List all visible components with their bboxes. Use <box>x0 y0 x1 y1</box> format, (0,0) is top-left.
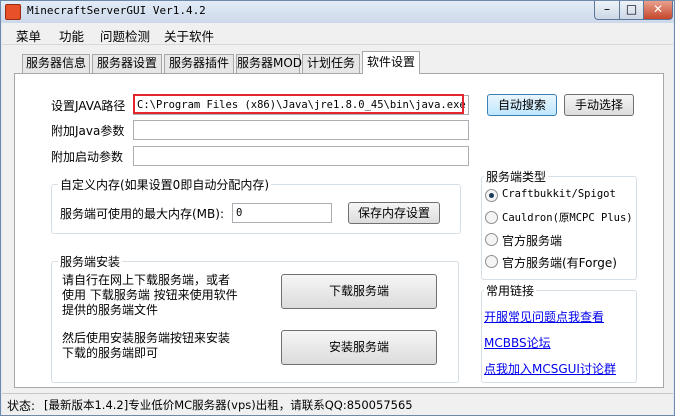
tab-scheduled-tasks[interactable]: 计划任务 <box>302 54 360 73</box>
save-memory-button[interactable]: 保存内存设置 <box>348 202 440 224</box>
radio-official-forge[interactable] <box>485 255 498 268</box>
install-instructions-2-line-2: 下载的服务端即可 <box>62 346 159 360</box>
window-title: MinecraftServerGUI Ver1.4.2 <box>27 4 206 17</box>
radio-label-craftbukkit[interactable]: Craftbukkit/Spigot <box>502 188 616 200</box>
radio-label-official[interactable]: 官方服务端 <box>502 232 562 249</box>
link-discussion-group[interactable]: 点我加入MCSGUI讨论群 <box>484 360 616 377</box>
link-mcbbs-forum[interactable]: MCBBS论坛 <box>484 334 551 351</box>
menu-item-diagnostics[interactable]: 问题检测 <box>100 26 150 45</box>
extra-startup-params-field[interactable] <box>133 146 469 166</box>
extra-java-params-field[interactable] <box>133 120 469 140</box>
radio-craftbukkit[interactable] <box>485 189 498 202</box>
extra-startup-params-label: 附加启动参数 <box>51 150 124 164</box>
install-instructions-1-line-3: 提供的服务端文件 <box>62 303 159 317</box>
install-instructions-1-line-1: 请自行在网上下载服务端，或者 <box>62 273 231 287</box>
software-settings-panel: 设置JAVA路径 C:\Program Files (x86)\Java\jre… <box>14 73 664 388</box>
tab-server-info[interactable]: 服务器信息 <box>22 54 90 73</box>
install-instructions-2-line-1: 然后使用安装服务端按钮来安装 <box>62 331 231 345</box>
radio-label-official-forge[interactable]: 官方服务端(有Forge) <box>502 254 617 271</box>
tab-software-settings[interactable]: 软件设置 <box>362 51 420 74</box>
minimize-button[interactable]: – <box>594 1 620 20</box>
tab-server-mods[interactable]: 服务器MOD <box>236 54 302 73</box>
menu-item-functions[interactable]: 功能 <box>59 26 84 45</box>
status-text: [最新版本1.4.2]专业低价MC服务器(vps)出租，请联系QQ:850057… <box>44 398 413 412</box>
radio-cauldron[interactable] <box>485 211 498 224</box>
server-type-group-title: 服务端类型 <box>484 168 549 185</box>
tab-server-plugins[interactable]: 服务器插件 <box>164 54 234 73</box>
manual-select-button[interactable]: 手动选择 <box>564 94 634 116</box>
close-button[interactable]: ✕ <box>643 1 673 20</box>
max-memory-field[interactable]: 0 <box>232 203 332 223</box>
install-server-button[interactable]: 安装服务端 <box>281 330 437 365</box>
memory-group: 自定义内存(如果设置0即自动分配内存) 服务端可使用的最大内存(MB): 0 保… <box>51 176 461 234</box>
links-group: 常用链接 开服常见问题点我查看 MCBBS论坛 点我加入MCSGUI讨论群 <box>481 282 637 383</box>
memory-group-title: 自定义内存(如果设置0即自动分配内存) <box>58 176 271 193</box>
status-bar: 状态: [最新版本1.4.2]专业低价MC服务器(vps)出租，请联系QQ:85… <box>2 393 673 415</box>
download-server-button[interactable]: 下载服务端 <box>281 274 437 309</box>
radio-official[interactable] <box>485 233 498 246</box>
install-instructions-1: 请自行在网上下载服务端，或者 使用 下载服务端 按钮来使用软件 提供的服务端文件 <box>62 273 238 318</box>
links-group-title: 常用链接 <box>484 282 537 299</box>
server-install-group: 服务端安装 请自行在网上下载服务端，或者 使用 下载服务端 按钮来使用软件 提供… <box>51 253 459 383</box>
link-server-faq[interactable]: 开服常见问题点我查看 <box>484 308 604 325</box>
server-install-group-title: 服务端安装 <box>58 253 123 270</box>
install-instructions-1-line-2: 使用 下载服务端 按钮来使用软件 <box>62 288 238 302</box>
maximize-button[interactable]: □ <box>619 1 644 20</box>
menu-bar: 菜单 功能 问题检测 关于软件 <box>2 23 673 45</box>
app-icon <box>5 4 21 20</box>
auto-search-button[interactable]: 自动搜索 <box>487 94 557 116</box>
max-memory-label: 服务端可使用的最大内存(MB): <box>60 207 224 221</box>
radio-label-cauldron[interactable]: Cauldron(原MCPC Plus) <box>502 210 633 225</box>
server-type-group: 服务端类型 Craftbukkit/Spigot Cauldron(原MCPC … <box>481 168 637 280</box>
status-label: 状态: <box>7 399 36 413</box>
highlight-box <box>133 94 464 114</box>
tab-server-settings[interactable]: 服务器设置 <box>92 54 162 73</box>
install-instructions-2: 然后使用安装服务端按钮来安装 下载的服务端即可 <box>62 331 230 361</box>
menu-item-about[interactable]: 关于软件 <box>164 26 214 45</box>
client-area: 服务器信息 服务器设置 服务器插件 服务器MOD 计划任务 软件设置 设置JAV… <box>2 45 673 393</box>
app-window: MinecraftServerGUI Ver1.4.2 – □ ✕ 菜单 功能 … <box>0 0 675 416</box>
menu-item-menu[interactable]: 菜单 <box>16 26 41 45</box>
extra-java-params-label: 附加Java参数 <box>51 124 125 138</box>
title-bar[interactable]: MinecraftServerGUI Ver1.4.2 – □ ✕ <box>1 1 674 23</box>
java-path-label: 设置JAVA路径 <box>51 99 126 113</box>
